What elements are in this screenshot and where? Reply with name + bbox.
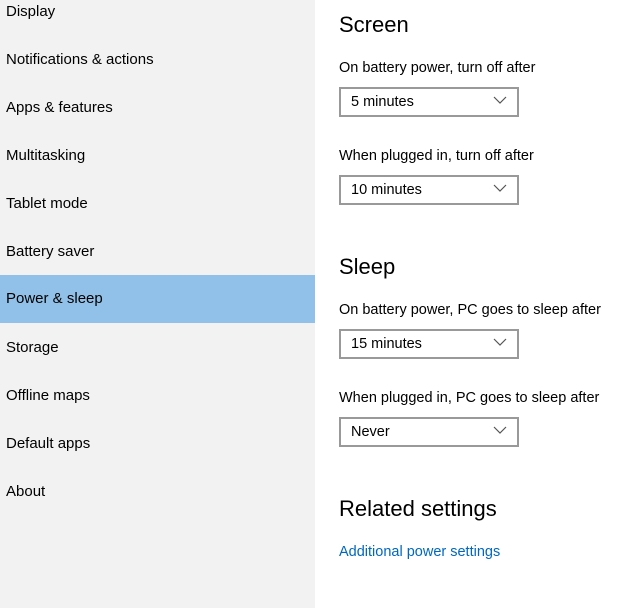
sidebar-item-power-sleep[interactable]: Power & sleep [0,275,315,323]
sleep-plugged-dropdown[interactable]: Never [339,417,519,447]
sidebar-item-offline-maps[interactable]: Offline maps [0,372,315,420]
sleep-battery-dropdown[interactable]: 15 minutes [339,329,519,359]
chevron-down-icon [493,338,507,346]
sidebar-item-default-apps[interactable]: Default apps [0,420,315,468]
screen-plugged-value: 10 minutes [351,182,422,198]
sidebar-item-storage[interactable]: Storage [0,324,315,372]
screen-battery-label: On battery power, turn off after [339,60,536,76]
sidebar: Display Notifications & actions Apps & f… [0,0,315,608]
sleep-plugged-value: Never [351,424,390,440]
sleep-battery-label: On battery power, PC goes to sleep after [339,302,601,318]
sleep-heading: Sleep [339,254,396,279]
chevron-down-icon [493,96,507,104]
chevron-down-icon [493,426,507,434]
screen-heading: Screen [339,12,409,37]
sidebar-item-apps[interactable]: Apps & features [0,84,315,132]
sidebar-item-display[interactable]: Display [0,0,315,36]
sidebar-item-about[interactable]: About [0,468,315,516]
screen-plugged-dropdown[interactable]: 10 minutes [339,175,519,205]
screen-battery-dropdown[interactable]: 5 minutes [339,87,519,117]
related-settings-heading: Related settings [339,496,497,521]
sleep-plugged-label: When plugged in, PC goes to sleep after [339,390,600,406]
chevron-down-icon [493,184,507,192]
screen-battery-value: 5 minutes [351,94,414,110]
additional-power-settings-link[interactable]: Additional power settings [339,544,500,560]
screen-plugged-label: When plugged in, turn off after [339,148,534,164]
sleep-battery-value: 15 minutes [351,336,422,352]
sidebar-item-battery-saver[interactable]: Battery saver [0,228,315,276]
sidebar-item-notifications[interactable]: Notifications & actions [0,36,315,84]
sidebar-item-multitasking[interactable]: Multitasking [0,132,315,180]
sidebar-item-tablet-mode[interactable]: Tablet mode [0,180,315,228]
